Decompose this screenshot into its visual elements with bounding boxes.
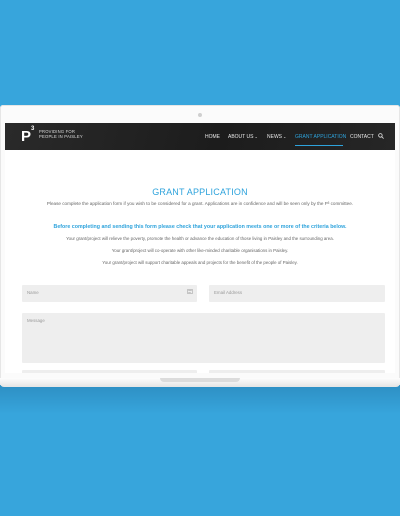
nav-item-label: NEWS: [267, 134, 282, 140]
chevron-down-icon: ⌄: [283, 134, 287, 139]
nav-item-label: GRANT APPLICATION: [295, 134, 347, 140]
active-nav-indicator: [295, 145, 343, 146]
nav-item-news[interactable]: NEWS⌄: [267, 134, 286, 140]
extra-field-left[interactable]: [22, 370, 197, 373]
intro-text: Please complete the application form if …: [46, 201, 354, 206]
contact-card-icon: [187, 289, 193, 294]
criteria-item: Your grant/project will relieve the pove…: [66, 236, 334, 241]
email-field[interactable]: Email Address: [209, 285, 385, 302]
chevron-down-icon: ⌄: [254, 134, 258, 139]
camera-dot: [198, 113, 202, 117]
criteria-item: Your grant/project will support charitab…: [102, 260, 298, 265]
nav-item-label: HOME: [205, 134, 220, 140]
nav-item-home[interactable]: HOME: [205, 134, 220, 140]
page-title: GRANT APPLICATION: [152, 187, 248, 197]
name-field[interactable]: Name: [22, 285, 197, 302]
main-nav: HOME ABOUT US⌄ NEWS⌄ GRANT APPLICATION C…: [5, 123, 395, 150]
extra-field-right[interactable]: [209, 370, 385, 373]
nav-item-contact[interactable]: CONTACT: [350, 134, 374, 140]
laptop-screen: P 3 PROVIDING FOR PEOPLE IN PAISLEY HOME…: [5, 123, 395, 373]
criteria-heading: Before completing and sending this form …: [53, 224, 347, 230]
laptop-notch: [160, 378, 240, 382]
email-placeholder: Email Address: [214, 290, 243, 295]
nav-item-about-us[interactable]: ABOUT US⌄: [228, 134, 258, 140]
site-header: P 3 PROVIDING FOR PEOPLE IN PAISLEY HOME…: [5, 123, 395, 150]
nav-item-label: ABOUT US: [228, 134, 254, 140]
message-placeholder: Message: [27, 318, 45, 323]
nav-item-label: CONTACT: [350, 134, 374, 140]
message-field[interactable]: Message: [22, 313, 385, 363]
background-shadow: [0, 384, 400, 414]
laptop-frame: P 3 PROVIDING FOR PEOPLE IN PAISLEY HOME…: [0, 105, 400, 385]
name-placeholder: Name: [27, 290, 39, 295]
nav-item-grant-application[interactable]: GRANT APPLICATION: [295, 134, 346, 140]
search-icon[interactable]: [378, 133, 384, 139]
criteria-item: Your grant/project will co-operate with …: [111, 248, 289, 253]
